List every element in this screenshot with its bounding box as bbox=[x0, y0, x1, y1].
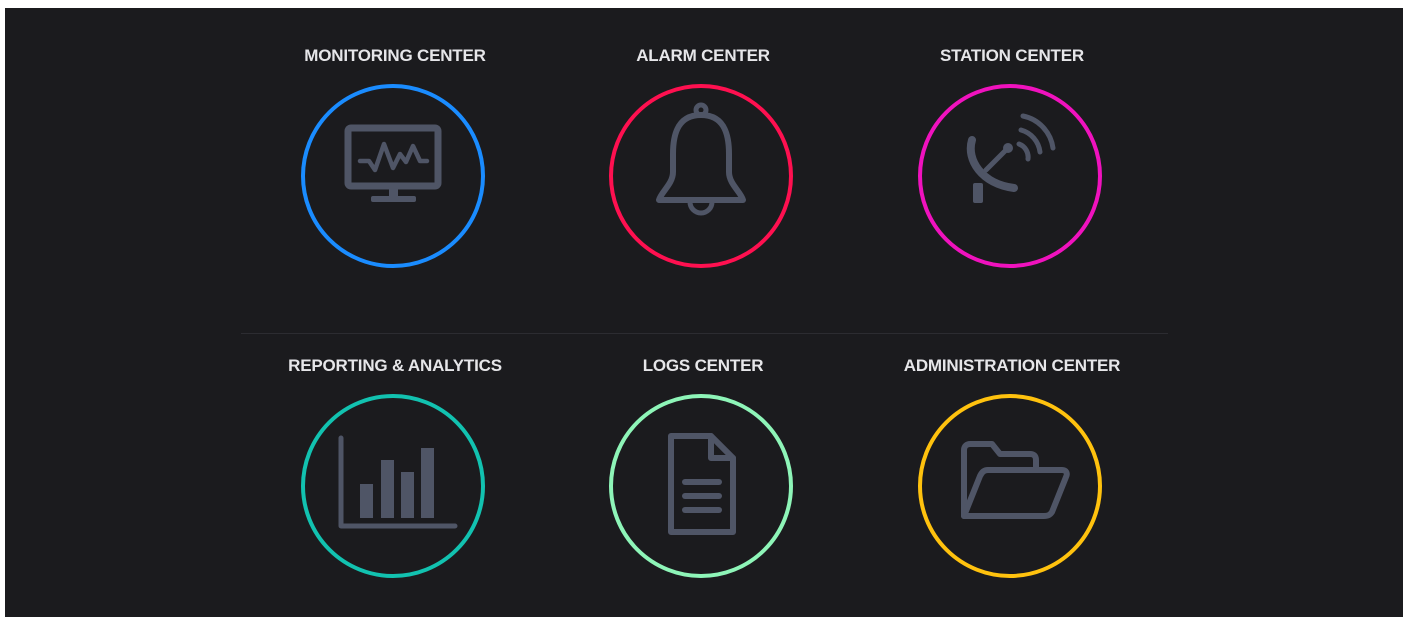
row-divider bbox=[241, 333, 1168, 334]
tile-label: LOGS CENTER bbox=[642, 356, 764, 375]
folder-open-icon bbox=[961, 441, 1070, 519]
tile-monitoring-center[interactable]: MONITORING CENTER bbox=[245, 46, 545, 276]
bell-icon bbox=[656, 102, 746, 216]
tile-logs-center[interactable]: LOGS CENTER bbox=[553, 356, 853, 586]
tile-label: MONITORING CENTER bbox=[304, 46, 486, 65]
ring[interactable] bbox=[301, 394, 485, 578]
tile-station-center[interactable]: STATION CENTER bbox=[862, 46, 1162, 276]
ring[interactable] bbox=[609, 394, 793, 578]
app-panel: MONITORING CENTER ALARM CENTER STATION C… bbox=[5, 8, 1403, 617]
tile-label: ALARM CENTER bbox=[636, 46, 770, 65]
monitor-icon bbox=[344, 124, 442, 202]
ring[interactable] bbox=[301, 84, 485, 268]
ring[interactable] bbox=[609, 84, 793, 268]
satellite-dish-icon bbox=[966, 113, 1056, 203]
tile-label: ADMINISTRATION CENTER bbox=[903, 356, 1121, 375]
tile-label: STATION CENTER bbox=[940, 46, 1084, 65]
bar-chart-icon bbox=[338, 435, 458, 529]
tile-label: REPORTING & ANALYTICS bbox=[288, 356, 502, 375]
ring[interactable] bbox=[918, 84, 1102, 268]
tile-alarm-center[interactable]: ALARM CENTER bbox=[553, 46, 853, 276]
ring[interactable] bbox=[918, 394, 1102, 578]
tile-reporting-analytics[interactable]: REPORTING & ANALYTICS bbox=[245, 356, 545, 586]
tile-administration-center[interactable]: ADMINISTRATION CENTER bbox=[862, 356, 1162, 586]
document-icon bbox=[668, 433, 736, 535]
